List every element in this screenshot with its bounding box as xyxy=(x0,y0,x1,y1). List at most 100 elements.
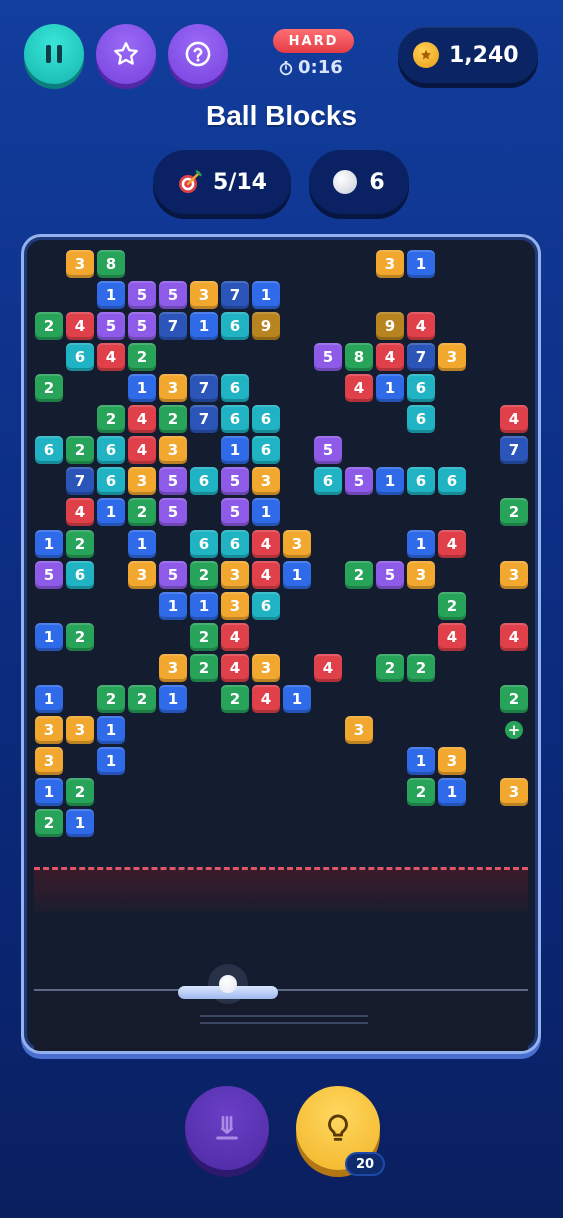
drop-button[interactable] xyxy=(185,1086,269,1170)
number-block: 9 xyxy=(376,312,404,341)
number-block: 6 xyxy=(97,467,125,496)
number-block: 4 xyxy=(407,312,435,341)
number-block: 4 xyxy=(438,529,466,558)
number-block: 1 xyxy=(97,715,125,744)
number-block: 6 xyxy=(66,343,94,372)
number-block: 1 xyxy=(35,529,63,558)
number-block: 4 xyxy=(97,343,125,372)
number-block: 7 xyxy=(190,374,218,403)
number-block: 5 xyxy=(97,312,125,341)
ball-value: 6 xyxy=(369,169,385,195)
number-block: 2 xyxy=(66,778,94,807)
number-block: 3 xyxy=(345,715,373,744)
number-block: 4 xyxy=(66,498,94,527)
number-block: 4 xyxy=(438,622,466,651)
number-block: 2 xyxy=(97,684,125,713)
launch-area xyxy=(34,991,528,1051)
number-block: 1 xyxy=(283,684,311,713)
number-block: 4 xyxy=(252,560,280,589)
number-block: 1 xyxy=(35,622,63,651)
number-block: 4 xyxy=(345,374,373,403)
number-block: 5 xyxy=(314,343,342,372)
number-block: 2 xyxy=(376,653,404,682)
number-block: 3 xyxy=(407,560,435,589)
help-button[interactable] xyxy=(168,24,228,84)
number-block: 3 xyxy=(128,467,156,496)
number-block: 5 xyxy=(376,560,404,589)
number-block: 2 xyxy=(97,405,125,434)
number-block: 7 xyxy=(221,281,249,310)
number-block: 2 xyxy=(190,560,218,589)
number-block: 1 xyxy=(221,436,249,465)
ball-icon xyxy=(333,170,358,194)
number-block: 1 xyxy=(66,809,94,838)
number-block: 3 xyxy=(221,560,249,589)
lightbulb-icon xyxy=(328,1114,348,1141)
number-block: 3 xyxy=(221,591,249,620)
number-block: 6 xyxy=(66,560,94,589)
number-block: 5 xyxy=(159,467,187,496)
number-block: 2 xyxy=(66,622,94,651)
number-block: 6 xyxy=(407,374,435,403)
number-block: 4 xyxy=(500,622,528,651)
number-block: 3 xyxy=(500,560,528,589)
star-icon xyxy=(114,42,138,65)
number-block: 6 xyxy=(221,312,249,341)
number-block: 6 xyxy=(438,467,466,496)
coin-counter[interactable]: 1,240 xyxy=(398,27,538,83)
number-block: 5 xyxy=(221,467,249,496)
number-block: 3 xyxy=(159,653,187,682)
number-block: 1 xyxy=(190,591,218,620)
number-block: 1 xyxy=(159,684,187,713)
number-block: 4 xyxy=(221,653,249,682)
number-block: 1 xyxy=(407,746,435,775)
number-block: 1 xyxy=(376,467,404,496)
number-block: 1 xyxy=(159,591,187,620)
ball[interactable] xyxy=(219,975,237,993)
number-block: 5 xyxy=(345,467,373,496)
number-block: 4 xyxy=(314,653,342,682)
number-block: 1 xyxy=(283,560,311,589)
timer: 0:16 xyxy=(278,57,343,78)
number-block: 2 xyxy=(66,529,94,558)
number-block: 4 xyxy=(128,436,156,465)
number-block: 6 xyxy=(314,467,342,496)
block-grid: 3831155371245571699464258473213764162427… xyxy=(24,237,538,1051)
difficulty-badge: HARD xyxy=(273,29,354,53)
number-block: 2 xyxy=(128,498,156,527)
number-block: 5 xyxy=(221,498,249,527)
number-block: 5 xyxy=(128,281,156,310)
number-block: 6 xyxy=(407,467,435,496)
pause-button[interactable] xyxy=(24,24,84,84)
floor-line xyxy=(34,989,528,991)
number-block: 4 xyxy=(128,405,156,434)
number-block: 5 xyxy=(159,498,187,527)
number-block: 1 xyxy=(252,281,280,310)
star-button[interactable] xyxy=(96,24,156,84)
extra-ball-pickup: + xyxy=(505,720,523,739)
game-title: Ball Blocks xyxy=(206,100,357,131)
number-block: 4 xyxy=(252,529,280,558)
number-block: 6 xyxy=(97,436,125,465)
number-block: 3 xyxy=(66,250,94,278)
number-block: 1 xyxy=(128,374,156,403)
number-block: 7 xyxy=(190,405,218,434)
number-block: 1 xyxy=(35,778,63,807)
number-block: 3 xyxy=(159,374,187,403)
number-block: 2 xyxy=(66,436,94,465)
ball-counter: 6 xyxy=(309,150,409,214)
number-block: 2 xyxy=(190,653,218,682)
number-block: 5 xyxy=(314,436,342,465)
help-icon xyxy=(185,41,211,67)
number-block: 6 xyxy=(35,436,63,465)
danger-line xyxy=(34,867,528,870)
number-block: 1 xyxy=(128,529,156,558)
game-board[interactable]: 3831155371245571699464258473213764162427… xyxy=(21,234,541,1054)
number-block: 2 xyxy=(128,343,156,372)
number-block: 1 xyxy=(97,498,125,527)
number-block: 3 xyxy=(438,746,466,775)
number-block: 7 xyxy=(66,467,94,496)
timer-value: 0:16 xyxy=(298,57,343,78)
number-block: 2 xyxy=(407,653,435,682)
number-block: 9 xyxy=(252,312,280,341)
